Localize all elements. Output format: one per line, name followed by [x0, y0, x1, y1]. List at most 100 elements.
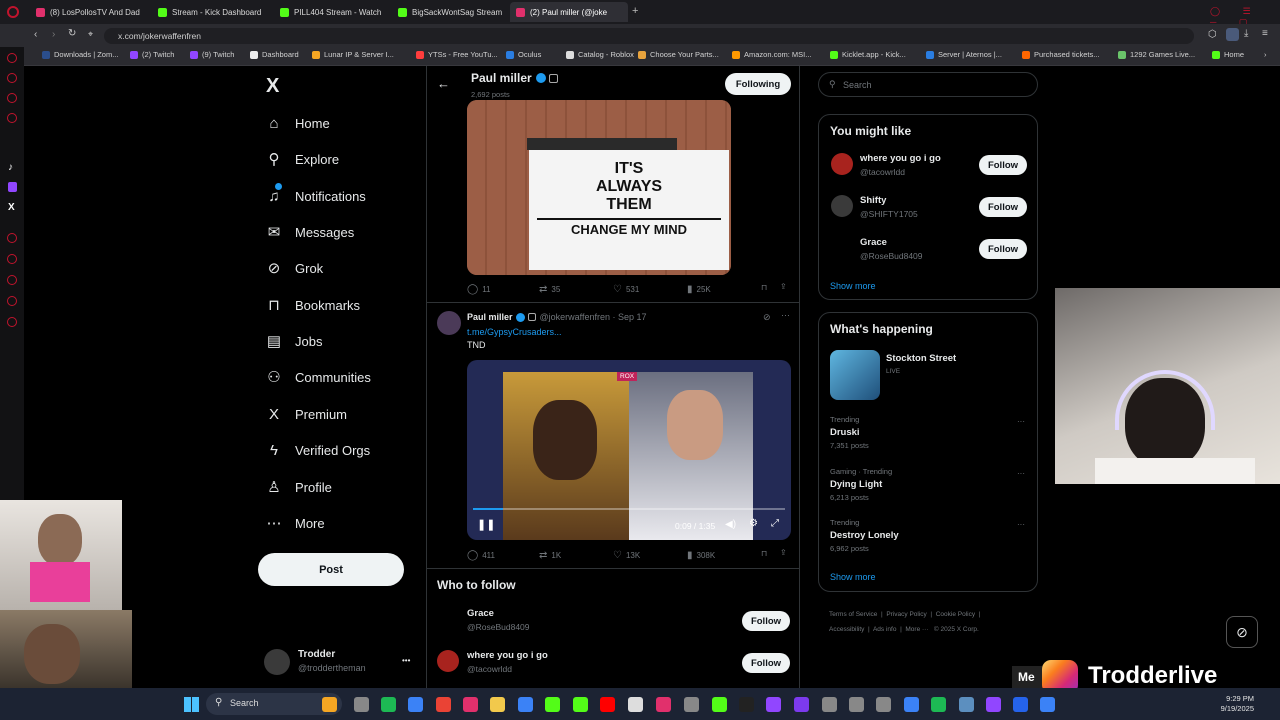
nav-item-messages[interactable]: ✉ Messages	[265, 219, 355, 245]
taskbar-app-icon[interactable]	[408, 697, 423, 712]
footer-link[interactable]: Privacy Policy	[886, 611, 926, 618]
repost-button[interactable]: ⇄ 35	[539, 284, 560, 295]
taskbar-app-icon[interactable]	[656, 697, 671, 712]
x-logo[interactable]: X	[266, 75, 279, 98]
nav-item-profile[interactable]: ♙ Profile	[265, 474, 332, 500]
sidebar-app-icon[interactable]	[7, 254, 17, 264]
trend-item[interactable]: Trending Druski 7,351 posts ···	[829, 415, 1029, 455]
sidebar-twitch-icon[interactable]	[8, 182, 17, 192]
opera-logo-icon[interactable]	[7, 6, 19, 18]
taskbar-app-icon[interactable]	[904, 697, 919, 712]
live-event[interactable]: Stockton Street LIVE	[829, 349, 1029, 401]
taskbar-app-icon[interactable]	[628, 697, 643, 712]
taskbar-app-icon[interactable]	[463, 697, 478, 712]
sidebar-app-icon[interactable]	[7, 93, 17, 103]
bookmark-icon[interactable]: ⊓	[761, 549, 767, 558]
taskbar-app-icon[interactable]	[573, 697, 588, 712]
nav-item-notifications[interactable]: ♫ Notifications	[265, 183, 366, 209]
browser-tab[interactable]: (8) LosPollosTV And Dad	[30, 2, 148, 22]
footer-link[interactable]: More ···	[905, 626, 928, 633]
sidebar-app-icon[interactable]	[7, 275, 17, 285]
tweet-link[interactable]: t.me/GypsyCrusaders...	[467, 327, 562, 337]
suggestion-row[interactable]: where you go i go @tacowrldd Follow	[829, 151, 1029, 185]
follow-button[interactable]: Follow	[979, 197, 1027, 217]
bookmark-item[interactable]: Purchased tickets...	[1022, 50, 1099, 59]
sidebar-app-icon[interactable]	[7, 317, 17, 327]
extensions-icon[interactable]: ⬡	[1208, 29, 1217, 40]
suggestion-row[interactable]: Grace @RoseBud8409 Follow	[437, 606, 793, 638]
bookmark-item[interactable]: Dashboard	[250, 50, 299, 59]
taskbar-app-icon[interactable]	[490, 697, 505, 712]
browser-tab[interactable]: Stream - Kick Dashboard	[152, 2, 270, 22]
taskbar-app-icon[interactable]	[1013, 697, 1028, 712]
nav-item-verified-orgs[interactable]: ϟ Verified Orgs	[265, 437, 370, 463]
browser-tab[interactable]: BigSackWontSag Stream	[392, 2, 504, 22]
taskbar-app-icon[interactable]	[849, 697, 864, 712]
bookmark-icon[interactable]: ⊓	[761, 283, 767, 292]
taskbar-app-icon[interactable]	[794, 697, 809, 712]
sidebar-app-icon[interactable]	[7, 53, 17, 63]
browser-tab[interactable]: PILL404 Stream - Watch	[274, 2, 388, 22]
nav-item-explore[interactable]: ⚲ Explore	[265, 146, 340, 172]
bookmark-item[interactable]: Amazon.com: MSI...	[732, 50, 812, 59]
taskbar-app-icon[interactable]	[436, 697, 451, 712]
post-button[interactable]: Post	[258, 553, 404, 586]
start-windows-icon[interactable]	[184, 697, 199, 712]
nav-item-bookmarks[interactable]: ⊓ Bookmarks	[265, 292, 360, 318]
taskbar-app-icon[interactable]	[822, 697, 837, 712]
trend-more-icon[interactable]: ···	[1017, 417, 1025, 426]
taskbar-app-icon[interactable]	[712, 697, 727, 712]
browser-tab-active[interactable]: (2) Paul miller (@joke	[510, 2, 628, 22]
nav-item-more[interactable]: ⋯ More	[265, 510, 325, 536]
tweet-video[interactable]: ROX ❚❚ 0:09 / 1:35 ◀) ⚙ ⤢	[467, 360, 791, 540]
tweet-more-icon[interactable]: ···	[781, 310, 790, 320]
grok-icon[interactable]: ⊘	[763, 312, 771, 323]
bookmark-item[interactable]: Oculus	[506, 50, 541, 59]
taskbar-app-icon[interactable]	[354, 697, 369, 712]
taskbar-app-icon[interactable]	[545, 697, 560, 712]
bookmarks-overflow-icon[interactable]: ›	[1264, 50, 1267, 59]
url-field[interactable]: x.com/jokerwaffenfren	[104, 28, 1194, 44]
taskbar-app-icon[interactable]	[1040, 697, 1055, 712]
views-button[interactable]: ▮ 308K	[687, 550, 715, 561]
bookmark-item[interactable]: Home	[1212, 50, 1244, 59]
account-more-icon[interactable]: •••	[402, 656, 410, 665]
follow-button[interactable]: Follow	[742, 611, 790, 631]
taskbar-app-icon[interactable]	[959, 697, 974, 712]
taskbar-app-icon[interactable]	[931, 697, 946, 712]
show-more-link[interactable]: Show more	[830, 281, 876, 291]
grok-floating-button[interactable]: ⊘	[1226, 616, 1258, 648]
nav-item-grok[interactable]: ⊘ Grok	[265, 255, 323, 281]
repost-button[interactable]: ⇄ 1K	[539, 550, 561, 561]
suggestion-row[interactable]: Grace @RoseBud8409 Follow	[829, 235, 1029, 269]
volume-icon[interactable]: ◀)	[725, 519, 736, 530]
footer-link[interactable]: Terms of Service	[829, 611, 877, 618]
bookmark-item[interactable]: Downloads | Zom...	[42, 50, 118, 59]
footer-link[interactable]: Cookie Policy	[936, 611, 975, 618]
reply-button[interactable]: ◯ 411	[467, 550, 495, 561]
taskbar-app-icon[interactable]	[381, 697, 396, 712]
menu-icon[interactable]: ≡	[1262, 28, 1268, 39]
share-icon[interactable]: ⇪	[780, 282, 787, 291]
fullscreen-icon[interactable]: ⤢	[771, 518, 779, 529]
new-tab-button[interactable]: +	[632, 5, 638, 17]
bookmark-item[interactable]: YTSs - Free YouTu...	[416, 50, 498, 59]
tweet-avatar[interactable]	[437, 311, 461, 335]
bookmark-item[interactable]: 1292 Games Live...	[1118, 50, 1195, 59]
tweet-image[interactable]: IT'S ALWAYS THEM CHANGE MY MIND	[467, 100, 731, 275]
back-arrow-icon[interactable]: ‹	[34, 29, 37, 40]
show-more-link[interactable]: Show more	[830, 572, 876, 582]
search-box[interactable]: ⚲ Search	[818, 72, 1038, 97]
account-switcher[interactable]: Trodder @troddertheman •••	[262, 646, 422, 680]
trend-item[interactable]: Trending Destroy Lonely 6,962 posts ···	[829, 518, 1029, 558]
footer-link[interactable]: Accessibility	[829, 626, 864, 633]
like-button[interactable]: ♡ 13K	[613, 550, 640, 561]
sidebar-app-icon[interactable]	[7, 296, 17, 306]
reload-icon[interactable]: ↻	[68, 28, 76, 39]
taskbar-app-icon[interactable]	[600, 697, 615, 712]
views-button[interactable]: ▮ 25K	[687, 284, 711, 295]
footer-link[interactable]: Ads info	[873, 626, 897, 633]
bookmark-item[interactable]: Server | Aternos |...	[926, 50, 1002, 59]
suggestion-row[interactable]: where you go i go @tacowrldd Follow	[437, 648, 793, 680]
taskbar-app-icon[interactable]	[739, 697, 754, 712]
